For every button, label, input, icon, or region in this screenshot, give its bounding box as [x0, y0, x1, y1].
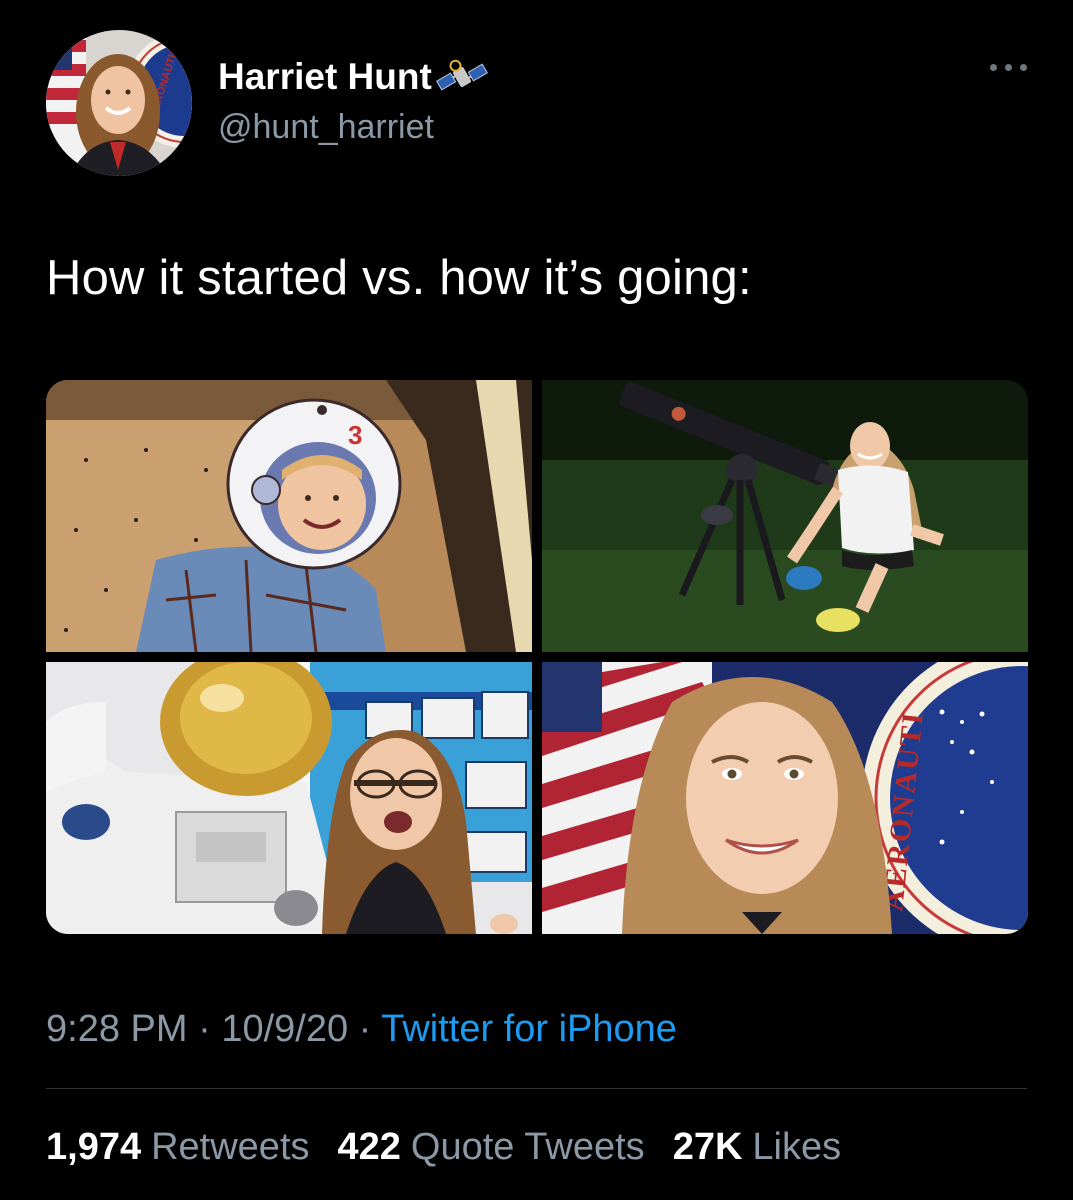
meta-separator: ·	[198, 1008, 211, 1050]
tweet: AERONAUTIC Harriet Hunt @hunt_harriet Ho…	[0, 0, 1073, 1200]
photo-woman-spacesuit[interactable]	[46, 662, 532, 934]
tweet-text: How it started vs. how it’s going:	[46, 251, 752, 305]
satellite-icon	[435, 59, 488, 91]
quote-tweets-count: 422	[337, 1126, 401, 1168]
retweets-stat[interactable]: 1,974 Retweets	[46, 1120, 310, 1174]
photo-official-portrait[interactable]: AERONAUTI	[542, 662, 1028, 934]
tweet-date[interactable]: 10/9/20	[221, 1008, 348, 1050]
meta-separator: ·	[358, 1008, 372, 1050]
divider	[46, 1088, 1027, 1089]
media-grid: 3 AERONAUTI	[46, 380, 1028, 934]
author-handle[interactable]: @hunt_harriet	[218, 104, 488, 150]
tweet-stats: 1,974 Retweets 422 Quote Tweets 27K Likes	[46, 1120, 841, 1174]
tweet-meta: 9:28 PM · 10/9/20 · Twitter for iPhone	[46, 1004, 677, 1054]
helmet-number: 3	[348, 420, 362, 450]
quote-tweets-stat[interactable]: 422 Quote Tweets	[338, 1120, 645, 1174]
quote-tweets-label: Quote Tweets	[410, 1126, 645, 1168]
tweet-time[interactable]: 9:28 PM	[46, 1008, 188, 1050]
likes-label: Likes	[752, 1126, 842, 1168]
avatar[interactable]: AERONAUTIC	[46, 30, 192, 176]
more-dot	[990, 64, 997, 71]
display-name-text: Harriet Hunt	[218, 56, 432, 97]
retweets-count: 1,974	[46, 1126, 142, 1168]
photo-child-astronaut-cutout[interactable]: 3	[46, 380, 532, 652]
more-dot	[1005, 64, 1012, 71]
photo-girl-telescope[interactable]	[542, 380, 1028, 652]
more-options-icon[interactable]	[990, 64, 1027, 71]
author-info[interactable]: Harriet Hunt @hunt_harriet	[218, 54, 488, 150]
likes-count: 27K	[672, 1126, 743, 1168]
tweet-source-link[interactable]: Twitter for iPhone	[381, 1008, 677, 1050]
likes-stat[interactable]: 27K Likes	[673, 1120, 841, 1174]
retweets-label: Retweets	[151, 1126, 310, 1168]
avatar-image: AERONAUTIC	[46, 30, 192, 176]
author-display-name[interactable]: Harriet Hunt	[218, 54, 488, 100]
more-dot	[1020, 64, 1027, 71]
